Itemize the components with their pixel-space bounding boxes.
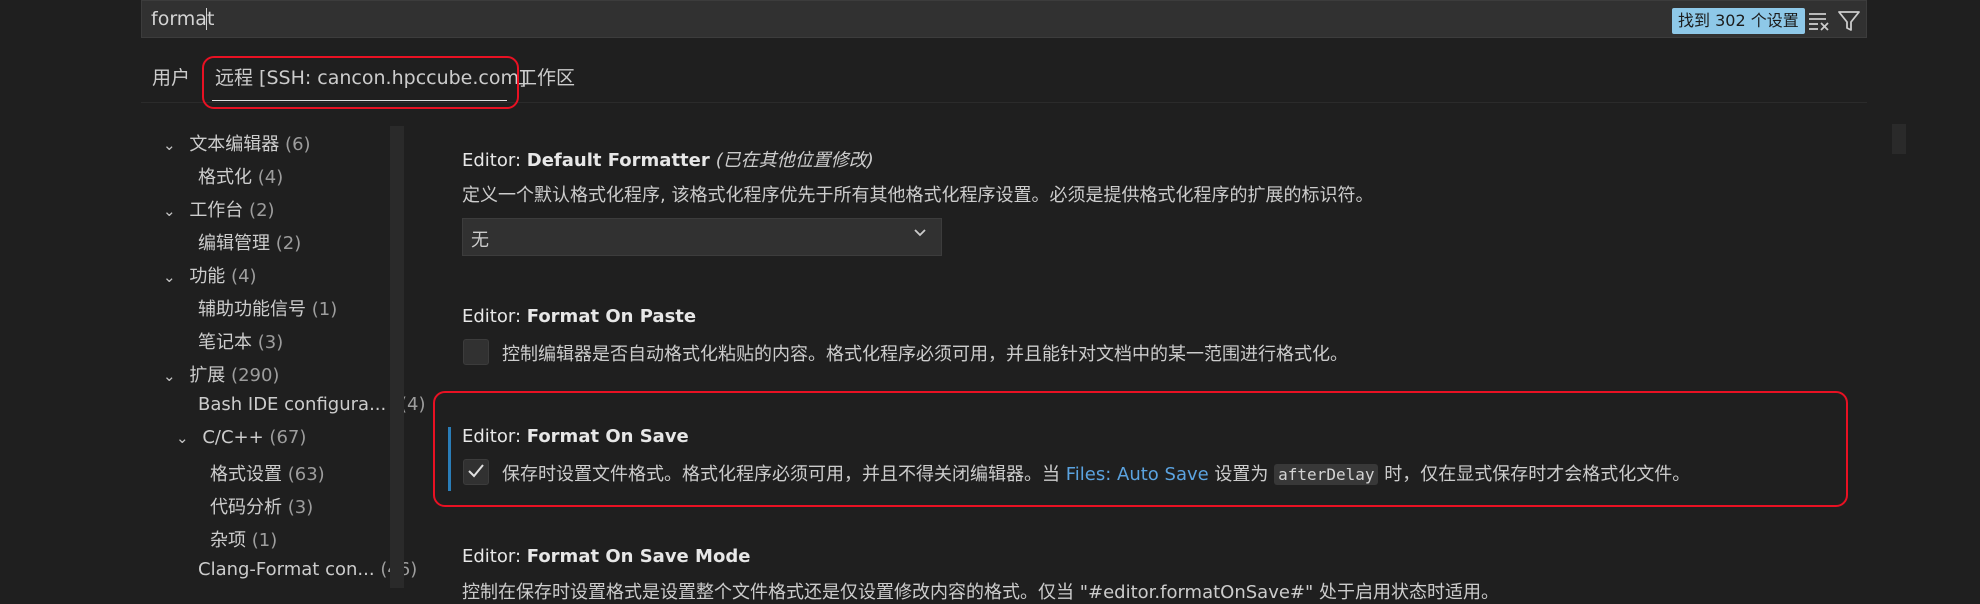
chevron-down-icon: ⌄ bbox=[163, 367, 176, 385]
tree-item-accessibility-signals[interactable]: 辅助功能信号 (1) bbox=[198, 295, 337, 321]
chevron-down-icon: ⌄ bbox=[163, 136, 176, 154]
text-caret bbox=[206, 8, 207, 30]
tree-item-clang-format[interactable]: Clang-Format con... (46) bbox=[198, 559, 417, 580]
tree-item-misc[interactable]: 杂项 (1) bbox=[210, 526, 277, 552]
setting-title-format-on-save-mode: Editor: Format On Save Mode bbox=[462, 546, 751, 567]
tree-item-notebook[interactable]: 笔记本 (3) bbox=[198, 328, 283, 354]
chevron-down-icon: ⌄ bbox=[163, 202, 176, 220]
search-input[interactable]: format bbox=[151, 8, 214, 30]
tree-item-code-analysis[interactable]: 代码分析 (3) bbox=[210, 493, 313, 519]
setting-desc-format-on-paste: 控制编辑器是否自动格式化粘贴的内容。格式化程序必须可用，并且能针对文档中的某一范… bbox=[502, 344, 1348, 365]
chevron-down-icon: ⌄ bbox=[176, 429, 189, 447]
tree-item-formatting[interactable]: 格式化 (4) bbox=[198, 163, 283, 189]
setting-desc-format-on-save-mode: 控制在保存时设置格式是设置整个文件格式还是仅设置修改内容的格式。仅当 "#edi… bbox=[462, 582, 1500, 603]
settings-scrollbar[interactable] bbox=[1892, 124, 1906, 154]
setting-title-default-formatter: Editor: Default Formatter (已在其他位置修改) bbox=[462, 150, 874, 171]
settings-search-box[interactable] bbox=[141, 0, 1867, 38]
format-on-paste-checkbox[interactable] bbox=[463, 339, 489, 365]
tree-item-format-settings[interactable]: 格式设置 (63) bbox=[210, 460, 325, 486]
tree-item-features[interactable]: ⌄ 功能 (4) bbox=[163, 262, 257, 288]
chevron-down-icon: ⌄ bbox=[163, 268, 176, 286]
default-formatter-dropdown[interactable] bbox=[462, 218, 942, 256]
search-result-count: 找到 302 个设置 bbox=[1672, 8, 1805, 34]
chevron-down-icon bbox=[910, 222, 930, 246]
filter-icon[interactable] bbox=[1836, 8, 1862, 34]
highlight-box-format-on-save bbox=[433, 391, 1848, 507]
tree-scrollbar[interactable] bbox=[390, 126, 404, 588]
tab-workspace[interactable]: 工作区 bbox=[518, 63, 575, 90]
highlight-box-remote-tab bbox=[202, 56, 519, 109]
tree-item-workbench[interactable]: ⌄ 工作台 (2) bbox=[163, 196, 275, 222]
setting-desc-default-formatter: 定义一个默认格式化程序, 该格式化程序优先于所有其他格式化程序设置。必须是提供格… bbox=[462, 185, 1374, 206]
tab-user[interactable]: 用户 bbox=[152, 63, 190, 90]
tree-item-extensions[interactable]: ⌄ 扩展 (290) bbox=[163, 361, 279, 387]
setting-title-format-on-paste: Editor: Format On Paste bbox=[462, 306, 697, 327]
dropdown-value: 无 bbox=[471, 230, 489, 251]
tree-item-text-editor[interactable]: ⌄ 文本编辑器 (6) bbox=[163, 130, 311, 156]
tree-item-editor-management[interactable]: 编辑管理 (2) bbox=[198, 229, 301, 255]
clear-filter-icon[interactable] bbox=[1806, 8, 1832, 34]
tree-item-cpp[interactable]: ⌄ C/C++ (67) bbox=[176, 427, 306, 448]
